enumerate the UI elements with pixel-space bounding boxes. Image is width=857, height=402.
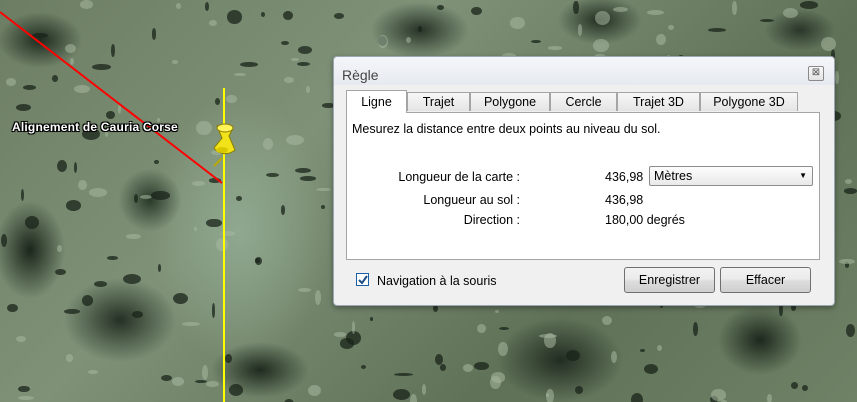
tab-polygone[interactable]: Polygone xyxy=(470,92,550,111)
mouse-navigation-label[interactable]: Navigation à la souris xyxy=(377,274,497,288)
placemark-label[interactable]: Alignement de Cauria Corse xyxy=(12,120,178,134)
map-length-value: 436,98 xyxy=(605,170,644,184)
dialog-title: Règle xyxy=(342,67,379,83)
ruler-dialog: Règle ⊠ Ligne Trajet Polygone Cercle Tra… xyxy=(333,56,835,306)
tab-trajet[interactable]: Trajet xyxy=(407,92,470,111)
map-length-label: Longueur de la carte : xyxy=(398,170,520,184)
direction-value: 180,00 degrés xyxy=(605,213,685,227)
close-icon[interactable]: ⊠ xyxy=(808,66,824,81)
direction-label: Direction : xyxy=(463,213,520,227)
instruction-text: Mesurez la distance entre deux points au… xyxy=(352,122,661,136)
save-button[interactable]: Enregistrer xyxy=(624,267,715,293)
dialog-titlebar[interactable]: Règle ⊠ xyxy=(334,57,834,85)
checkmark-icon xyxy=(358,275,368,285)
clear-button[interactable]: Effacer xyxy=(720,267,811,293)
tab-trajet-3d[interactable]: Trajet 3D xyxy=(617,92,700,111)
tab-ligne[interactable]: Ligne xyxy=(346,90,407,113)
unit-select-value: Mètres xyxy=(654,169,693,183)
measure-line xyxy=(0,11,223,184)
tab-cercle[interactable]: Cercle xyxy=(550,92,617,111)
ground-length-label: Longueur au sol : xyxy=(423,193,520,207)
ligne-panel: Mesurez la distance entre deux points au… xyxy=(346,112,820,260)
dropdown-arrow-icon: ▼ xyxy=(799,171,807,180)
tab-polygone-3d[interactable]: Polygone 3D xyxy=(700,92,798,111)
mouse-navigation-checkbox[interactable] xyxy=(356,273,369,286)
pushpin-icon[interactable] xyxy=(208,120,242,168)
ground-length-value: 436,98 xyxy=(605,193,644,207)
unit-select[interactable]: Mètres ▼ xyxy=(649,166,813,186)
